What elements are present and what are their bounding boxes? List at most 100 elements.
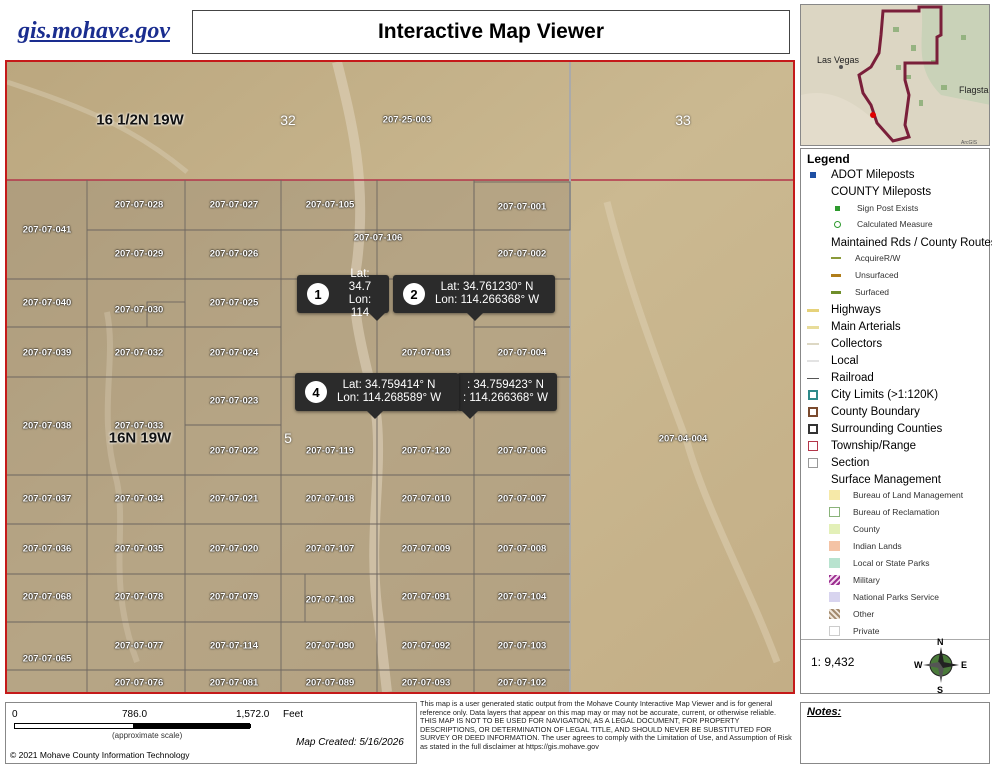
legend-item: Surface Management bbox=[831, 474, 941, 486]
callout-coords: Lat: 34.761230° N Lon: 114.266368° W bbox=[435, 281, 540, 306]
legend-item: Surrounding Counties bbox=[831, 423, 943, 435]
legend-item: Private bbox=[853, 626, 880, 636]
sign-post-icon bbox=[835, 205, 840, 211]
legend-item: Sign Post Exists bbox=[857, 203, 919, 213]
scale-bar bbox=[14, 723, 251, 729]
svg-text:N: N bbox=[937, 637, 944, 647]
legend-item: National Parks Service bbox=[853, 592, 939, 602]
legend-item: Calculated Measure bbox=[857, 219, 933, 229]
collector-icon bbox=[807, 343, 819, 345]
parcel-label: 207-07-025 bbox=[209, 297, 259, 309]
svg-text:S: S bbox=[937, 685, 943, 693]
parcel-label: 207-25-003 bbox=[382, 114, 432, 126]
main-map[interactable]: 16 1/2N 19W 16N 19W 32 33 5 207-25-003 20… bbox=[5, 60, 795, 694]
parcel-label: 207-07-024 bbox=[209, 347, 259, 359]
acquire-rw-icon bbox=[831, 257, 841, 259]
section-label: 5 bbox=[284, 430, 292, 446]
scale-mid: 786.0 bbox=[122, 709, 148, 720]
parcel-label: 207-07-114 bbox=[209, 640, 259, 652]
parcel-label: 207-07-022 bbox=[209, 445, 259, 457]
local-road-icon bbox=[807, 360, 819, 362]
parcel-label: 207-07-078 bbox=[114, 591, 164, 603]
location-callout[interactable]: 4 Lat: 34.759414° N Lon: 114.268589° W bbox=[295, 373, 459, 419]
legend-item: Railroad bbox=[831, 372, 874, 384]
military-swatch bbox=[829, 575, 840, 585]
parcel-label: 207-07-033 bbox=[114, 420, 164, 432]
parcel-label: 207-07-002 bbox=[497, 248, 547, 260]
callout-coords: Lat: 34.7 Lon: 114 bbox=[348, 268, 372, 319]
legend-item: Other bbox=[853, 609, 875, 619]
parcel-label: 207-07-106 bbox=[353, 232, 403, 244]
parcel-label: 207-07-102 bbox=[497, 677, 547, 689]
legend-item: Collectors bbox=[831, 338, 883, 350]
parcel-label: 207-07-039 bbox=[22, 347, 72, 359]
highway-icon bbox=[807, 308, 819, 312]
scale-zero: 0 bbox=[12, 709, 18, 720]
parcel-label: 207-07-119 bbox=[305, 445, 355, 457]
location-callout[interactable]: 2 Lat: 34.761230° N Lon: 114.266368° W bbox=[393, 275, 555, 321]
section-label: 32 bbox=[280, 112, 296, 128]
parcel-label: 207-07-103 bbox=[497, 640, 547, 652]
legend-item: Local or State Parks bbox=[853, 558, 930, 568]
national-parks-swatch bbox=[829, 592, 840, 602]
indian-lands-swatch bbox=[829, 541, 840, 551]
calculated-measure-icon bbox=[834, 220, 841, 228]
city-limits-icon bbox=[808, 390, 818, 400]
map-created-date: Map Created: 5/16/2026 bbox=[296, 737, 404, 748]
surfaced-road-icon bbox=[831, 290, 841, 294]
page-title: Interactive Map Viewer bbox=[192, 10, 790, 54]
notes-panel[interactable]: Notes: bbox=[800, 702, 990, 764]
disclaimer-text: This map is a user generated static outp… bbox=[420, 699, 792, 751]
township-label: 16N 19W bbox=[108, 429, 172, 447]
railroad-icon bbox=[807, 377, 819, 379]
parcel-label: 207-04-004 bbox=[658, 433, 708, 445]
state-parks-swatch bbox=[829, 558, 840, 568]
unsurfaced-road-icon bbox=[831, 273, 841, 277]
parcel-label: 207-07-091 bbox=[401, 591, 451, 603]
parcel-label: 207-07-089 bbox=[305, 677, 355, 689]
parcel-label: 207-07-028 bbox=[114, 199, 164, 211]
minimap-credit: ArcGIS bbox=[961, 140, 978, 146]
parcel-label: 207-07-008 bbox=[497, 543, 547, 555]
parcel-label: 207-07-006 bbox=[497, 445, 547, 457]
legend-item: ADOT Mileposts bbox=[831, 169, 915, 181]
location-callout[interactable]: : 34.759423° N: 114.266368° W bbox=[457, 373, 557, 419]
parcel-label: 207-07-038 bbox=[22, 420, 72, 432]
parcel-label: 207-07-040 bbox=[22, 297, 72, 309]
site-link[interactable]: gis.mohave.gov bbox=[18, 18, 170, 45]
parcel-label: 207-07-079 bbox=[209, 591, 259, 603]
legend-item: Military bbox=[853, 575, 880, 585]
parcel-label: 207-07-041 bbox=[22, 224, 72, 236]
county-swatch bbox=[829, 524, 840, 534]
parcel-label: 207-07-010 bbox=[401, 493, 451, 505]
legend-item: Bureau of Reclamation bbox=[853, 507, 940, 517]
parcel-label: 207-07-081 bbox=[209, 677, 259, 689]
legend-item: City Limits (>1:120K) bbox=[831, 389, 939, 401]
parcel-label: 207-07-105 bbox=[305, 199, 355, 211]
arterial-icon bbox=[807, 325, 819, 329]
minimap-label-flagstaff: Flagsta bbox=[959, 85, 989, 95]
legend-item: County bbox=[853, 524, 880, 534]
legend-item: Township/Range bbox=[831, 440, 917, 452]
parcel-label: 207-07-077 bbox=[114, 640, 164, 652]
parcel-label: 207-07-090 bbox=[305, 640, 355, 652]
legend-item: Section bbox=[831, 457, 870, 469]
overview-map[interactable]: Las Vegas Flagsta ArcGIS bbox=[800, 4, 990, 146]
legend-item: Surfaced bbox=[855, 287, 890, 297]
parcel-label: 207-07-018 bbox=[305, 493, 355, 505]
parcel-label: 207-07-068 bbox=[22, 591, 72, 603]
location-callout[interactable]: 1 Lat: 34.7 Lon: 114 bbox=[297, 268, 389, 321]
legend-item: Unsurfaced bbox=[855, 270, 899, 280]
parcel-label: 207-07-104 bbox=[497, 591, 547, 603]
parcel-label: 207-07-032 bbox=[114, 347, 164, 359]
parcel-label: 207-07-107 bbox=[305, 543, 355, 555]
parcel-label: 207-07-030 bbox=[114, 304, 164, 316]
legend-item: Main Arterials bbox=[831, 321, 901, 333]
parcel-label: 207-07-076 bbox=[114, 677, 164, 689]
parcel-label: 207-07-092 bbox=[401, 640, 451, 652]
compass-icon: N S W E bbox=[913, 635, 969, 695]
overview-map-graphic: Las Vegas Flagsta ArcGIS bbox=[801, 5, 989, 146]
svg-text:E: E bbox=[961, 660, 967, 670]
parcel-label: 207-07-020 bbox=[209, 543, 259, 555]
surrounding-counties-icon bbox=[808, 424, 818, 434]
